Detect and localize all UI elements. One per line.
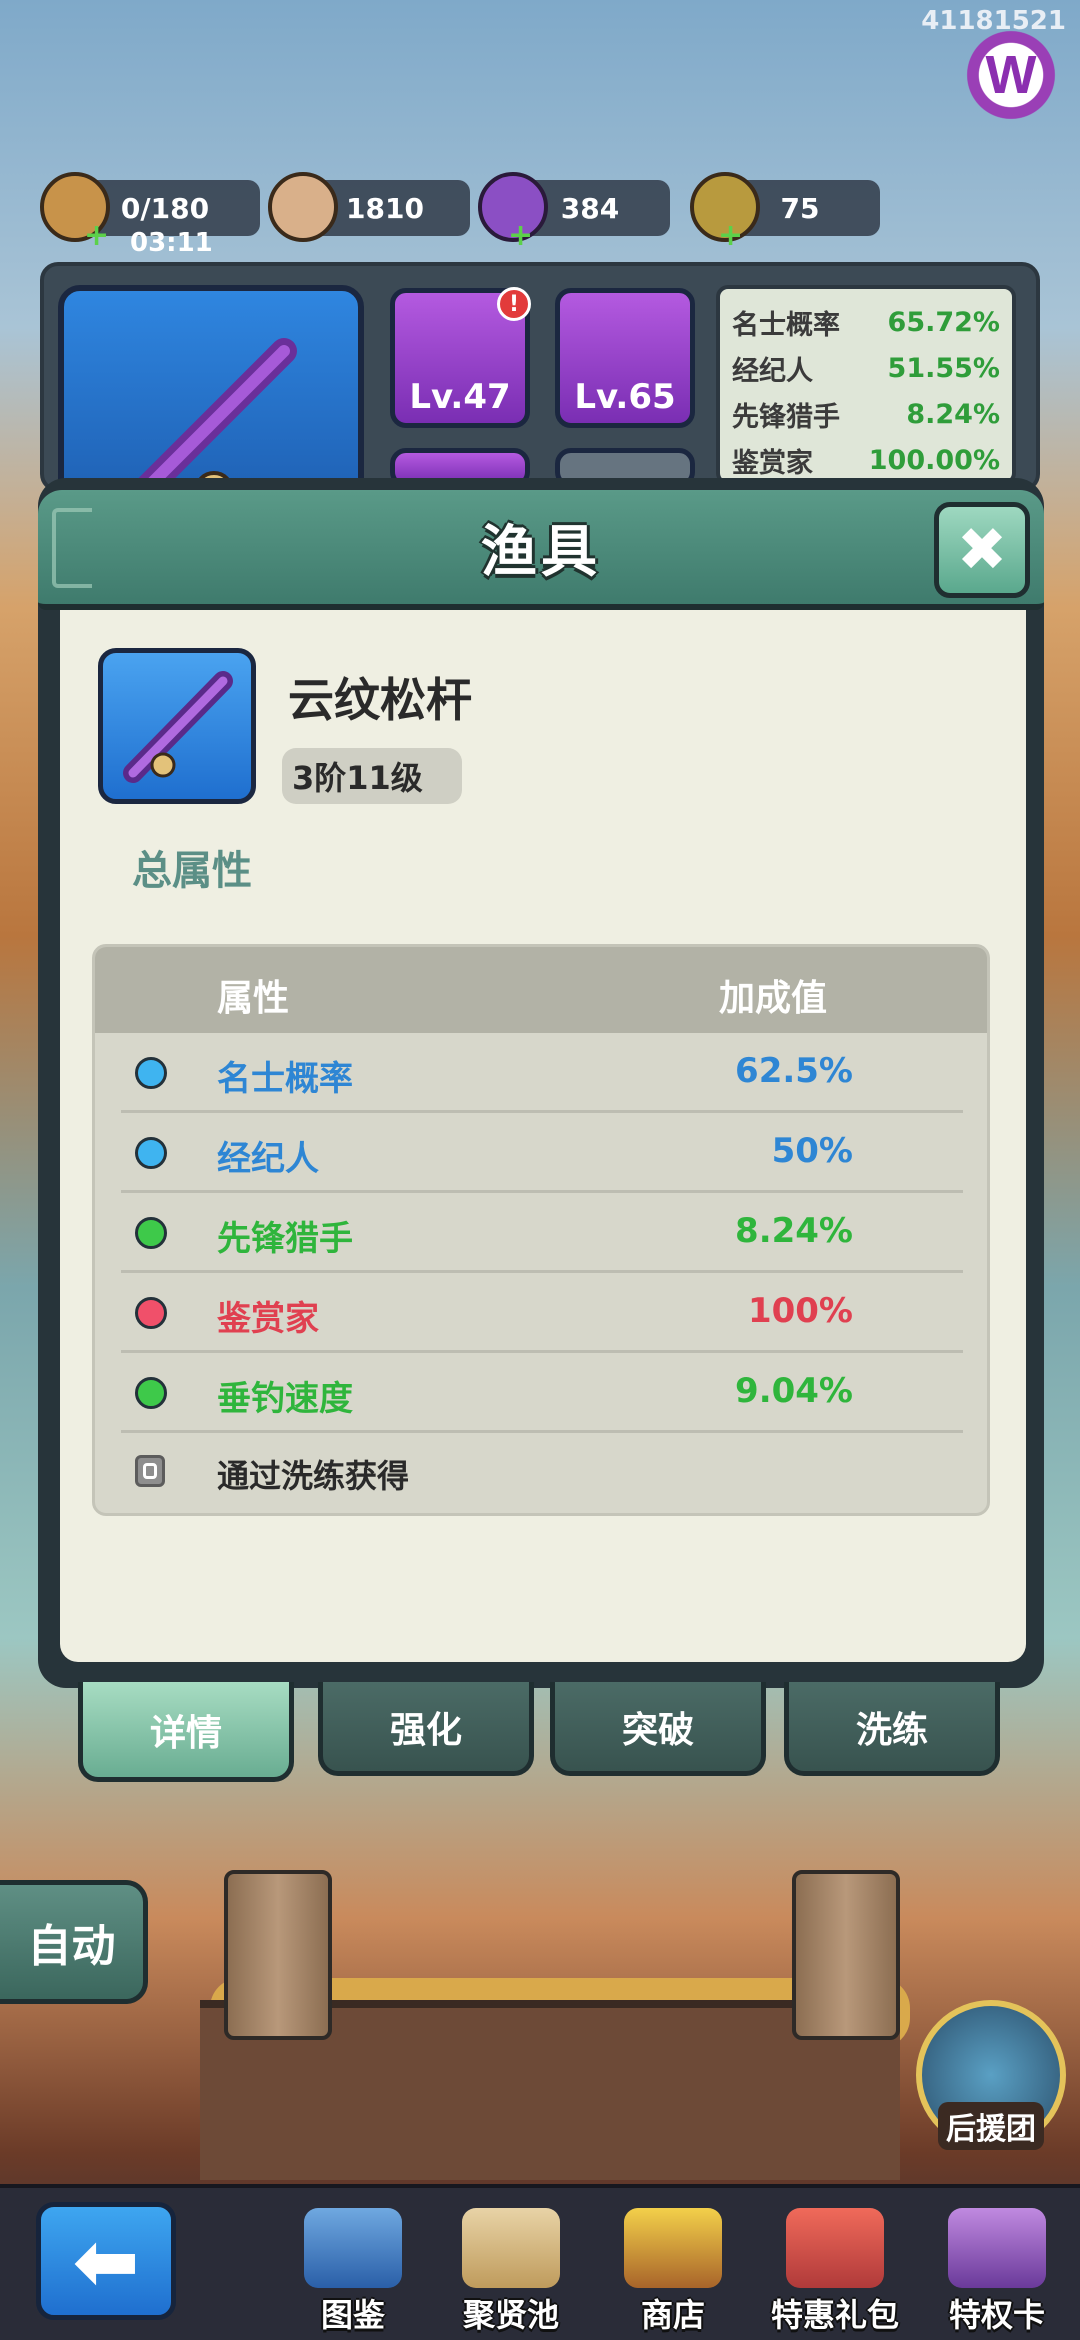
attr-label: 先锋猎手 [217,1219,353,1259]
attr-label: 经纪人 [217,1139,319,1179]
bg-stat-label: 鉴赏家 [732,447,813,479]
tab-refine[interactable]: 洗练 [784,1682,1000,1776]
back-button[interactable]: ⬅ [36,2202,176,2320]
gem-plus-icon[interactable]: + [508,218,533,253]
equipment-slot-bait[interactable]: Lv.65 [555,288,695,428]
attr-label: 名士概率 [217,1059,353,1099]
privilege-card-icon [948,2208,1046,2288]
nav-label: 商店 [640,2296,705,2334]
bg-stat-value: 8.24% [906,398,1000,430]
tab-label: 详情 [149,1712,222,1754]
attr-dot-icon [135,1377,167,1409]
tab-label: 突破 [621,1709,694,1751]
close-icon: ✖ [956,515,1008,585]
table-row-locked: 通过洗练获得 [121,1433,963,1513]
table-row: 先锋猎手 8.24% [121,1193,963,1273]
attr-value: 9.04% [735,1371,853,1411]
item-name: 云纹松杆 [288,673,472,727]
gold-basket-icon [624,2208,722,2288]
attribute-table: 属性 加成值 名士概率 62.5% 经纪人 50% 先锋猎手 8.24% 鉴赏家… [92,944,990,1516]
stamina-plus-icon[interactable]: + [84,218,109,253]
auto-label: 自动 [27,1921,116,1972]
header-ornament-icon [52,508,92,588]
bg-stat-value: 51.55% [887,352,1000,384]
attr-value: 62.5% [735,1051,853,1091]
nav-label: 特惠礼包 [770,2296,899,2334]
table-row: 鉴赏家 100% [121,1273,963,1353]
bg-stat-row: 经纪人 51.55% [732,345,1000,391]
nav-shop[interactable]: 商店 [598,2196,748,2336]
item-level-badge: 3阶11级 [282,748,462,804]
bg-stat-row: 先锋猎手 8.24% [732,391,1000,437]
nav-privilege-card[interactable]: 特权卡 [922,2196,1072,2336]
attr-label: 垂钓速度 [217,1379,353,1419]
bg-stats-panel: 名士概率 65.72% 经纪人 51.55% 先锋猎手 8.24% 鉴赏家 100.00… [716,285,1016,485]
nav-label: 图鉴 [320,2296,385,2334]
table-header: 属性 加成值 [95,947,987,1033]
nav-special-pack[interactable]: 特惠礼包 [760,2196,910,2336]
tab-label: 强化 [389,1709,462,1751]
nav-label: 特权卡 [948,2296,1045,2334]
attr-dot-icon [135,1137,167,1169]
book-icon [304,2208,402,2288]
item-rod-card[interactable] [98,648,256,804]
w-logo-icon: W [948,20,1074,130]
dialog-title: 渔具 [481,519,601,585]
nav-recruit[interactable]: 聚贤池 [436,2196,586,2336]
attr-dot-icon [135,1217,167,1249]
slot-bait-level: Lv.65 [574,377,676,417]
nav-collection[interactable]: 图鉴 [278,2196,428,2336]
tab-enhance[interactable]: 强化 [318,1682,534,1776]
nav-label: 聚贤池 [462,2296,559,2334]
header-value: 加成值 [718,978,827,1019]
tab-breakthrough[interactable]: 突破 [550,1682,766,1776]
stamina-value: 0/180 [120,191,210,225]
gift-bag-icon [786,2208,884,2288]
attr-value: 100% [747,1291,853,1331]
bg-stat-row: 名士概率 65.72% [732,299,1000,345]
bg-stat-value: 100.00% [868,444,1000,476]
logo-letter: W [985,45,1037,105]
attr-value: 50% [771,1131,853,1171]
attr-label: 鉴赏家 [217,1299,319,1339]
bg-stat-row: 鉴赏家 100.00% [732,437,1000,483]
pier-post-left [224,1870,332,2040]
alert-badge: ! [497,287,531,321]
gem-value: 384 [560,191,620,225]
pier-post-right [792,1870,900,2040]
map-scroll-icon [462,2208,560,2288]
section-title: 总属性 [132,848,252,894]
close-button[interactable]: ✖ [934,502,1030,598]
bg-stat-value: 65.72% [887,306,1000,338]
bg-stat-label: 名士概率 [732,309,840,341]
tab-details[interactable]: 详情 [78,1682,294,1782]
equipment-slot-line[interactable]: Lv.47 ! [390,287,531,428]
table-row: 名士概率 62.5% [121,1033,963,1113]
coin-icon [268,172,338,242]
tab-label: 洗练 [855,1709,928,1751]
slot-line-level: Lv.47 [409,377,511,417]
bg-stat-label: 经纪人 [732,355,813,387]
bg-stat-label: 先锋猎手 [732,401,840,433]
support-team-button[interactable]: 后援团 [916,2000,1066,2150]
header-attr: 属性 [217,978,290,1019]
coin-value: 1810 [346,191,424,225]
stamina-timer: 03:11 [130,228,213,258]
lock-icon [135,1455,165,1487]
support-label: 后援团 [938,2102,1044,2150]
back-arrow-icon: ⬅ [72,2214,140,2308]
table-row: 经纪人 50% [121,1113,963,1193]
ticket-value: 75 [780,191,820,225]
table-row: 垂钓速度 9.04% [121,1353,963,1433]
attr-value: 8.24% [735,1211,853,1251]
ticket-plus-icon[interactable]: + [718,218,743,253]
attr-dot-icon [135,1297,167,1329]
dialog-header: 渔具 [38,490,1044,610]
locked-hint: 通过洗练获得 [217,1457,410,1495]
auto-button[interactable]: 自动 [0,1880,148,2004]
fishing-rod-icon [123,671,233,783]
attr-dot-icon [135,1057,167,1089]
